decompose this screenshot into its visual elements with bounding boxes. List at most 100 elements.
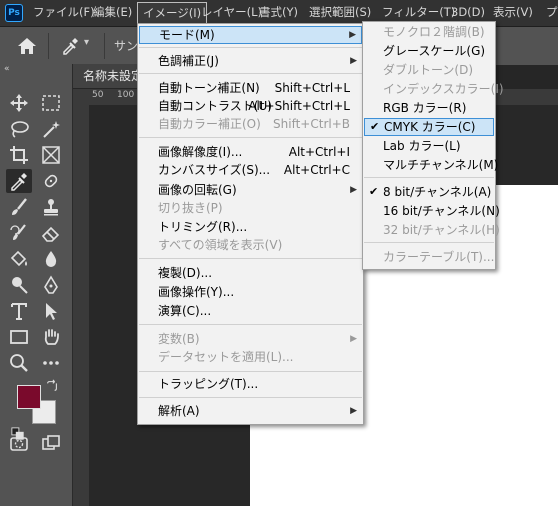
menu-item-apply-image[interactable]: 画像操作(Y)... [139,283,362,301]
menu-item-duplicate[interactable]: 複製(D)... [139,264,362,282]
menu-item-calculations[interactable]: 演算(C)... [139,302,362,320]
mode-item-16bit[interactable]: 16 bit/チャンネル(N) [364,202,500,220]
separator [139,371,362,372]
menu-item-reveal-all: すべての領域を表示(V) [139,236,362,254]
collapse-icon[interactable]: « [4,64,10,74]
separator [104,33,105,59]
frame-tool-icon[interactable] [38,143,64,167]
menu-item-analysis[interactable]: 解析(A) ▶ [139,402,362,420]
menu-type[interactable]: 書式(Y) [254,0,303,24]
menu-item-crop: 切り抜き(P) [139,199,362,217]
menu-item-label: 複製(D)... [158,266,213,280]
submenu-arrow-icon: ▶ [350,56,357,66]
menu-item-label: トラッピング(T)... [158,377,259,391]
menu-item-label: 変数(B) [158,332,200,346]
more-tools-icon[interactable] [38,351,64,375]
mode-item-grayscale[interactable]: グレースケール(G) [364,42,494,60]
menu-item-auto-tone[interactable]: 自動トーン補正(N) Shift+Ctrl+L [139,79,362,97]
home-icon[interactable] [16,36,38,56]
menu-item-label: インデックスカラー(I) [383,82,504,96]
menu-item-trim[interactable]: トリミング(R)... [139,218,362,236]
quick-mask-icon[interactable] [6,432,32,456]
mode-item-8bit[interactable]: ✔ 8 bit/チャンネル(A) [364,183,494,201]
crop-tool-icon[interactable] [6,143,32,167]
photoshop-logo: Ps [5,4,23,22]
menu-item-label: 解析(A) [158,404,200,418]
ruler-vertical [73,105,89,506]
menu-item-auto-contrast[interactable]: 自動コントラスト(U) Alt+Shift+Ctrl+L [139,97,362,115]
sample-label: サン [114,39,139,53]
mode-item-bitmap: モノクロ２階調(B) [364,23,494,41]
mode-item-multichannel[interactable]: マルチチャンネル(M) [364,156,498,174]
lasso-tool-icon[interactable] [6,117,32,141]
separator [139,137,362,138]
magic-wand-icon[interactable] [38,117,64,141]
clone-stamp-icon[interactable] [38,195,64,219]
menu-item-adjustments[interactable]: 色調補正(J) ▶ [139,52,362,70]
swap-colors-icon[interactable] [44,378,60,394]
menu-item-label: Lab カラー(L) [383,139,461,153]
separator [139,258,362,259]
blur-tool-icon[interactable] [38,247,64,271]
menu-item-label: トリミング(R)... [158,220,248,234]
eyedropper-tool-icon[interactable] [6,169,32,193]
chevron-down-icon[interactable]: ▾ [84,37,96,51]
menu-item-label: モード(M) [159,28,215,42]
move-tool-icon[interactable] [6,91,32,115]
menu-item-label: カラーテーブル(T)... [383,250,495,264]
separator [139,73,362,74]
foreground-color-swatch[interactable] [17,385,41,409]
submenu-arrow-icon: ▶ [350,406,357,416]
submenu-arrow-icon: ▶ [350,334,357,344]
separator [364,242,494,243]
type-tool-icon[interactable] [6,299,32,323]
menu-item-label: 16 bit/チャンネル(N) [383,204,500,218]
zoom-tool-icon[interactable] [6,351,32,375]
brush-tool-icon[interactable] [6,195,32,219]
menu-item-label: マルチチャンネル(M) [383,158,499,172]
mode-item-lab[interactable]: Lab カラー(L) [364,137,494,155]
mode-item-indexed-color: インデックスカラー(I) [364,80,504,98]
menu-item-trap[interactable]: トラッピング(T)... [139,375,362,393]
menu-item-mode[interactable]: モード(M) ▶ [139,26,362,44]
menu-item-shortcut: Alt+Ctrl+C [283,163,350,177]
hand-tool-icon[interactable] [38,325,64,349]
separator [139,324,362,325]
menu-item-label: 切り抜き(P) [158,201,223,215]
menu-edit[interactable]: 編集(E) [88,0,137,24]
eraser-tool-icon[interactable] [38,221,64,245]
menu-item-canvas-size[interactable]: カンバスサイズ(S)... Alt+Ctrl+C [139,161,362,179]
menu-item-auto-color: 自動カラー補正(O) Shift+Ctrl+B [139,115,362,133]
menu-item-label: データセットを適用(L)... [158,350,294,364]
menu-item-label: すべての領域を表示(V) [158,238,283,252]
history-brush-icon[interactable] [6,221,32,245]
menu-item-label: 画像操作(Y)... [158,285,235,299]
mode-item-cmyk[interactable]: ✔ CMYK カラー(C) [364,118,494,136]
menu-item-label: 色調補正(J) [158,54,219,68]
menu-item-label: 8 bit/チャンネル(A) [383,185,492,199]
rectangle-tool-icon[interactable] [6,325,32,349]
screen-mode-icon[interactable] [38,432,64,456]
menu-item-image-size[interactable]: 画像解像度(I)... Alt+Ctrl+I [139,143,362,161]
menu-item-label: モノクロ２階調(B) [383,25,485,39]
paint-bucket-icon[interactable] [6,247,32,271]
mode-item-duotone: ダブルトーン(D) [364,61,494,79]
path-selection-icon[interactable] [38,299,64,323]
menu-plugins-partial[interactable]: プ [541,0,558,24]
marquee-tool-icon[interactable] [38,91,64,115]
separator [139,397,362,398]
pen-tool-icon[interactable] [38,273,64,297]
toolbar: « [0,64,73,506]
mode-item-32bit: 32 bit/チャンネル(H) [364,221,500,239]
menu-item-label: グレースケール(G) [383,44,486,58]
separator [48,33,49,59]
dodge-tool-icon[interactable] [6,273,32,297]
healing-brush-icon[interactable] [38,169,64,193]
menu-item-shortcut: Shift+Ctrl+B [273,117,350,131]
mode-item-color-table: カラーテーブル(T)... [364,248,494,266]
menu-item-image-rotation[interactable]: 画像の回転(G) ▶ [139,181,362,199]
mode-item-rgb[interactable]: RGB カラー(R) [364,99,494,117]
submenu-arrow-icon: ▶ [350,185,357,195]
menu-item-label: RGB カラー(R) [383,101,467,115]
eyedropper-preset-icon[interactable] [60,36,80,56]
